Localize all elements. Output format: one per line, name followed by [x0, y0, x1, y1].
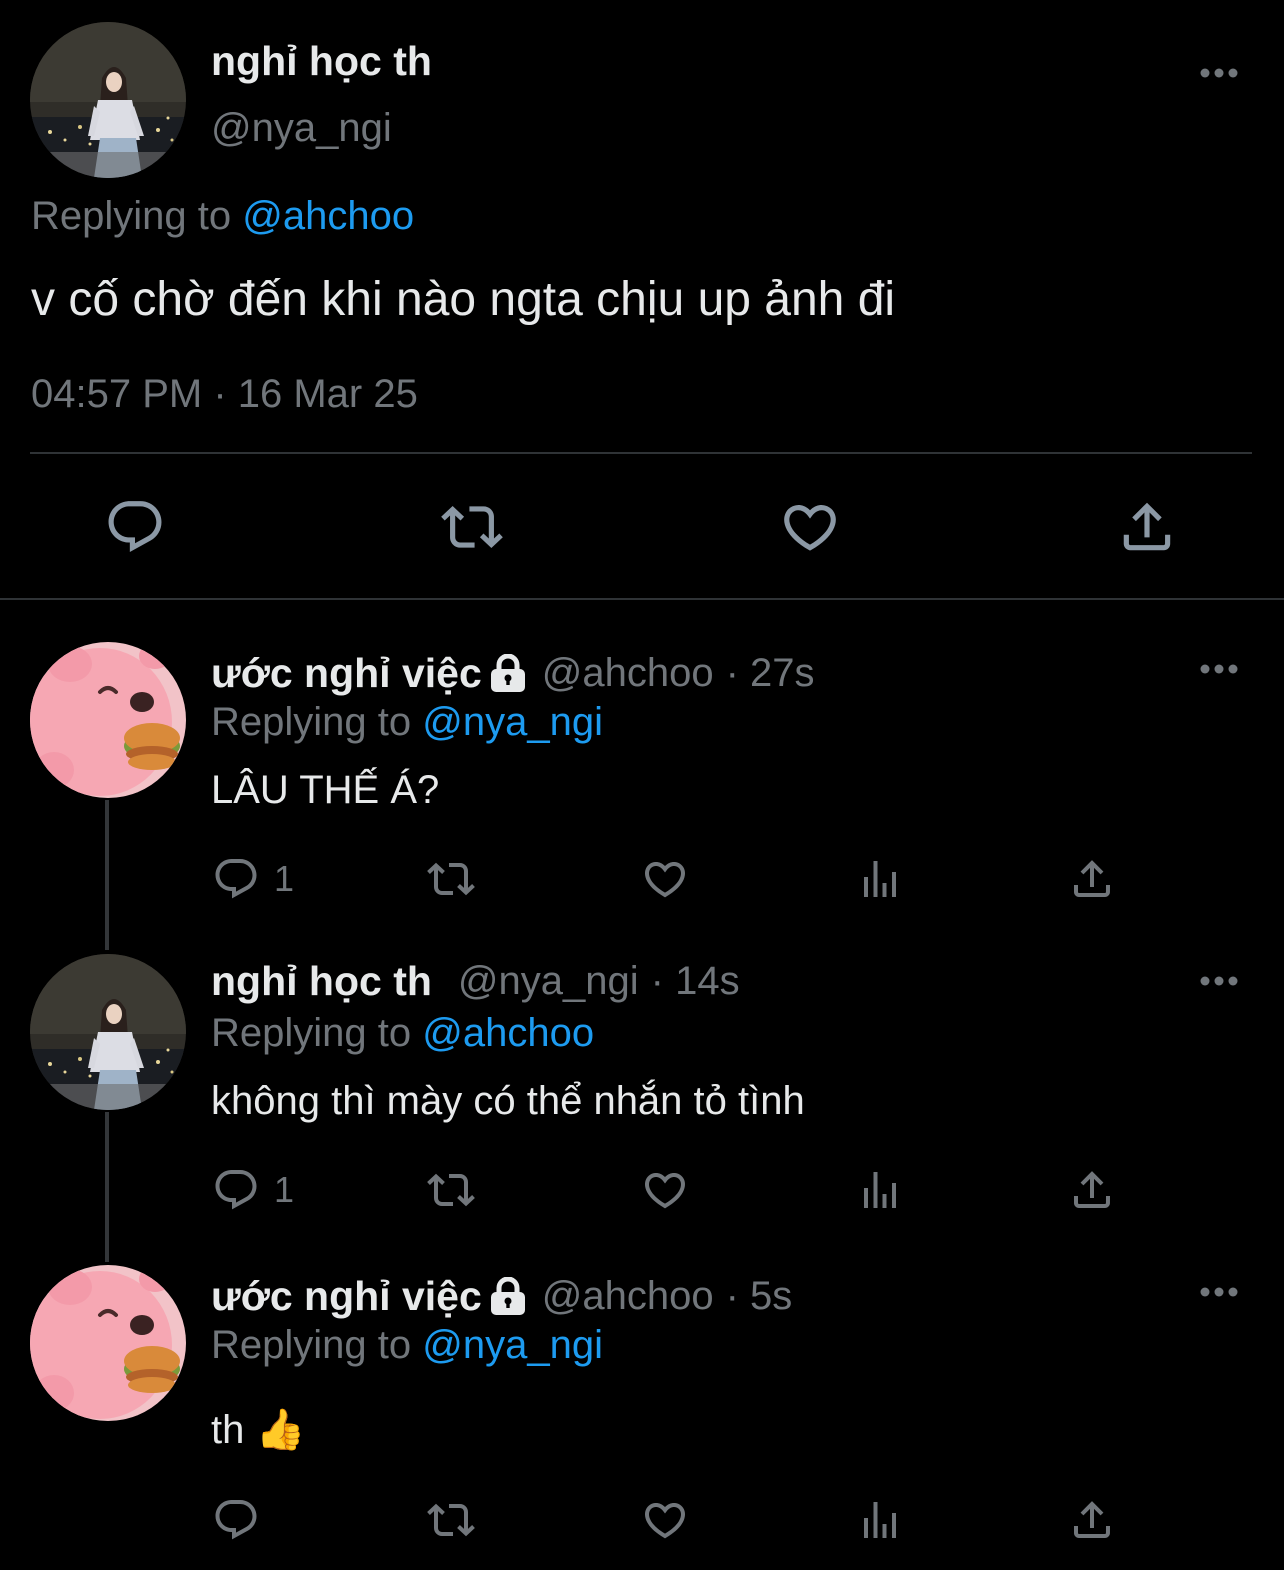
main-more-icon[interactable]: [1199, 66, 1239, 80]
retweet-icon: [424, 1166, 478, 1214]
replying-to-label: Replying to: [211, 700, 412, 744]
main-reply-button[interactable]: [104, 496, 166, 558]
reply-reply-button[interactable]: [212, 1496, 260, 1544]
reply-retweet-button[interactable]: [424, 1166, 478, 1214]
reply-count: 1: [274, 1169, 295, 1210]
reply-views-button[interactable]: [856, 1166, 904, 1214]
avatar-main[interactable]: [30, 22, 186, 178]
reply-handle[interactable]: @ahchoo: [542, 651, 714, 696]
reply-reply-button[interactable]: 1: [212, 1166, 294, 1214]
reply-share-button[interactable]: [1068, 855, 1116, 903]
reply-time[interactable]: · 27s: [726, 651, 815, 696]
share-icon: [1068, 1166, 1116, 1214]
reply-more-icon[interactable]: [1199, 1285, 1239, 1299]
reply-text: không thì mày có thể nhắn tỏ tình: [211, 1079, 805, 1123]
main-like-button[interactable]: [778, 496, 842, 558]
share-icon: [1068, 855, 1116, 903]
main-tweet-text: v cố chờ đến khi nào ngta chịu up ảnh đi: [31, 273, 896, 326]
like-icon: [640, 1496, 690, 1544]
reply-retweet-button[interactable]: [424, 1496, 478, 1544]
retweet-icon: [439, 496, 505, 558]
reply-time[interactable]: · 5s: [726, 1274, 793, 1319]
reply-text: LÂU THẾ Á?: [211, 768, 440, 812]
retweet-icon: [424, 855, 478, 903]
reply-header: ước nghỉ việc @ahchoo · 5s: [211, 1273, 792, 1320]
reply-share-button[interactable]: [1068, 1166, 1116, 1214]
main-share-button[interactable]: [1116, 496, 1178, 558]
replying-to-label: Replying to: [211, 1011, 412, 1055]
reply-share-button[interactable]: [1068, 1496, 1116, 1544]
replying-to-handle[interactable]: @ahchoo: [422, 1011, 594, 1055]
reply-time[interactable]: · 14s: [651, 959, 740, 1004]
share-icon: [1068, 1496, 1116, 1544]
reply-display-name[interactable]: nghỉ học th: [211, 958, 432, 1005]
main-handle[interactable]: @nya_ngi: [211, 106, 392, 151]
reply-replying-to: Replying to @ahchoo: [211, 1011, 594, 1056]
thread-line: [105, 1112, 109, 1262]
reply-text: th 👍: [211, 1408, 306, 1452]
reply-display-name[interactable]: ước nghỉ việc: [211, 1273, 482, 1320]
main-replying-to: Replying to @ahchoo: [31, 194, 414, 239]
reply-replying-to: Replying to @nya_ngi: [211, 1323, 603, 1368]
reply-views-button[interactable]: [856, 855, 904, 903]
replying-to-handle[interactable]: @ahchoo: [242, 194, 414, 238]
reply-handle[interactable]: @nya_ngi: [458, 959, 639, 1004]
thread-line: [105, 800, 109, 950]
like-icon: [640, 1166, 690, 1214]
reply-icon: [212, 855, 260, 903]
section-divider: [0, 598, 1284, 600]
reply-display-name[interactable]: ước nghỉ việc: [211, 650, 482, 697]
replying-to-label: Replying to: [211, 1323, 412, 1367]
share-icon: [1116, 496, 1178, 558]
reply-like-button[interactable]: [640, 855, 690, 903]
reply-icon: [212, 1166, 260, 1214]
reply-replying-to: Replying to @nya_ngi: [211, 700, 603, 745]
like-icon: [640, 855, 690, 903]
reply-like-button[interactable]: [640, 1166, 690, 1214]
reply-retweet-button[interactable]: [424, 855, 478, 903]
avatar-reply[interactable]: [30, 642, 186, 798]
reply-icon: [212, 1496, 260, 1544]
reply-header: ước nghỉ việc @ahchoo · 27s: [211, 650, 815, 697]
like-icon: [778, 496, 842, 558]
views-icon: [856, 1166, 904, 1214]
retweet-icon: [424, 1496, 478, 1544]
main-display-name[interactable]: nghỉ học th: [211, 38, 432, 85]
lock-icon: [488, 654, 528, 694]
avatar-reply[interactable]: [30, 954, 186, 1110]
replying-to-label: Replying to: [31, 194, 232, 238]
reply-more-icon[interactable]: [1199, 662, 1239, 676]
reply-reply-button[interactable]: 1: [212, 855, 294, 903]
reply-header: nghỉ học th @nya_ngi · 14s: [211, 958, 740, 1005]
reply-like-button[interactable]: [640, 1496, 690, 1544]
views-icon: [856, 1496, 904, 1544]
reply-icon: [104, 496, 166, 558]
reply-handle[interactable]: @ahchoo: [542, 1274, 714, 1319]
views-icon: [856, 855, 904, 903]
replying-to-handle[interactable]: @nya_ngi: [422, 700, 603, 744]
reply-views-button[interactable]: [856, 1496, 904, 1544]
reply-count: 1: [274, 858, 295, 899]
avatar-reply[interactable]: [30, 1265, 186, 1421]
reply-more-icon[interactable]: [1199, 974, 1239, 988]
main-timestamp[interactable]: 04:57 PM · 16 Mar 25: [31, 372, 418, 417]
replying-to-handle[interactable]: @nya_ngi: [422, 1323, 603, 1367]
main-retweet-button[interactable]: [439, 496, 505, 558]
lock-icon: [488, 1277, 528, 1317]
main-divider: [30, 452, 1252, 454]
